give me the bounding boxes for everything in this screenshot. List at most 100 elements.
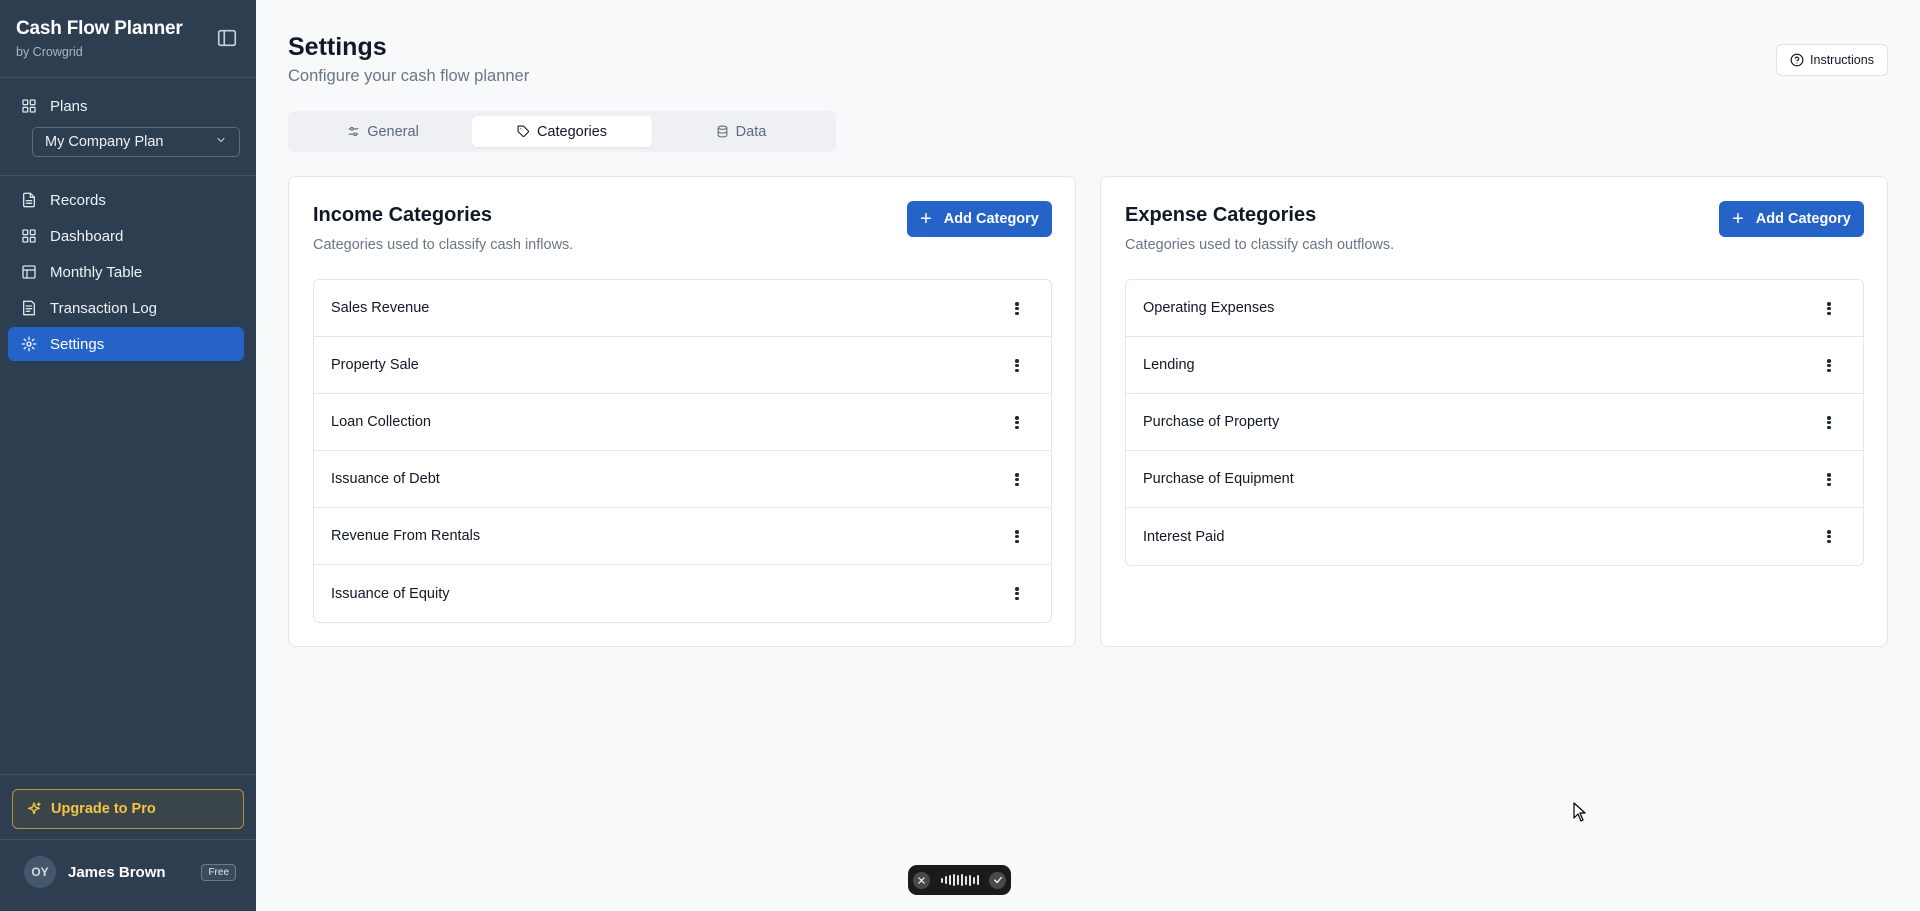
list-item: Purchase of Property: [1126, 394, 1863, 451]
tag-icon: [517, 125, 530, 138]
app-title: Cash Flow Planner: [16, 18, 183, 39]
more-vertical-icon[interactable]: [1009, 300, 1025, 317]
sidebar-item-dashboard[interactable]: Dashboard: [8, 219, 244, 253]
category-name: Lending: [1143, 357, 1195, 373]
chevron-down-icon: [215, 134, 227, 150]
app-subtitle: by Crowgrid: [16, 45, 83, 59]
tab-general[interactable]: General: [293, 116, 473, 147]
income-category-list: Sales Revenue Property Sale Loan Collect…: [313, 279, 1052, 623]
plus-icon: +: [920, 208, 932, 230]
waveform-icon: [940, 874, 979, 886]
upgrade-label: Upgrade to Pro: [51, 801, 156, 817]
category-name: Property Sale: [331, 357, 419, 373]
mouse-cursor-icon: [1573, 802, 1587, 822]
category-name: Sales Revenue: [331, 300, 430, 316]
expense-category-list: Operating Expenses Lending Purchase of P…: [1125, 279, 1864, 566]
list-item: Issuance of Debt: [314, 451, 1051, 508]
list-item: Operating Expenses: [1126, 280, 1863, 337]
list-item: Issuance of Equity: [314, 565, 1051, 622]
add-category-label: Add Category: [1755, 211, 1851, 227]
voice-recorder-widget: [908, 865, 1011, 895]
sidebar-item-plans[interactable]: Plans: [8, 89, 244, 123]
list-item: Revenue From Rentals: [314, 508, 1051, 565]
sidebar-divider: [0, 77, 256, 78]
page-title: Settings: [288, 33, 387, 61]
list-item: Lending: [1126, 337, 1863, 394]
sparkles-icon: [26, 801, 42, 817]
add-income-category-button[interactable]: + Add Category: [907, 201, 1052, 237]
tab-label: Categories: [536, 123, 608, 140]
layout-grid-icon: [21, 98, 37, 114]
sidebar: Cash Flow Planner by Crowgrid Plans My C…: [0, 0, 256, 911]
page-subtitle: Configure your cash flow planner: [288, 67, 530, 85]
sidebar-item-transaction-log[interactable]: Transaction Log: [8, 291, 244, 325]
sidebar-toggle-icon[interactable]: [216, 27, 238, 49]
more-vertical-icon[interactable]: [1821, 471, 1837, 488]
more-vertical-icon[interactable]: [1821, 414, 1837, 431]
list-item: Sales Revenue: [314, 280, 1051, 337]
income-categories-card: Income Categories Categories used to cla…: [288, 176, 1076, 647]
category-name: Issuance of Debt: [331, 471, 440, 487]
category-name: Issuance of Equity: [331, 585, 450, 602]
gear-icon: [21, 336, 37, 352]
list-item: Interest Paid: [1126, 508, 1863, 565]
sliders-icon: [347, 125, 360, 138]
user-profile[interactable]: OY James Brown Free: [24, 856, 236, 888]
sidebar-item-label: Transaction Log: [50, 299, 158, 317]
help-circle-icon: [1790, 53, 1804, 67]
expense-categories-card: Expense Categories Categories used to cl…: [1100, 176, 1888, 647]
sidebar-item-label: Settings: [50, 335, 105, 353]
sidebar-item-label: Monthly Table: [50, 263, 143, 281]
sidebar-item-label: Records: [50, 191, 106, 209]
file-text-icon: [21, 192, 37, 208]
category-name: Purchase of Property: [1143, 414, 1280, 430]
card-subtitle: Categories used to classify cash inflows…: [313, 237, 574, 253]
sidebar-item-monthly-table[interactable]: Monthly Table: [8, 255, 244, 289]
tab-label: General: [367, 123, 419, 140]
instructions-button[interactable]: Instructions: [1776, 44, 1888, 76]
sidebar-item-settings[interactable]: Settings: [8, 327, 244, 361]
list-item: Purchase of Equipment: [1126, 451, 1863, 508]
category-name: Interest Paid: [1143, 528, 1225, 545]
more-vertical-icon[interactable]: [1009, 585, 1025, 602]
sidebar-item-records[interactable]: Records: [8, 183, 244, 217]
receipt-icon: [21, 300, 37, 316]
table-icon: [21, 264, 37, 280]
card-title: Expense Categories: [1125, 204, 1317, 226]
plan-select[interactable]: My Company Plan: [32, 127, 240, 157]
list-item: Property Sale: [314, 337, 1051, 394]
add-category-label: Add Category: [943, 211, 1039, 227]
brand: Cash Flow Planner by Crowgrid: [16, 18, 183, 59]
settings-tabs: General Categories Data: [288, 111, 836, 152]
card-subtitle: Categories used to classify cash outflow…: [1125, 237, 1395, 253]
more-vertical-icon[interactable]: [1009, 471, 1025, 488]
close-icon[interactable]: [913, 871, 930, 889]
sidebar-item-label: Dashboard: [50, 227, 124, 245]
instructions-label: Instructions: [1810, 53, 1874, 67]
upgrade-button[interactable]: Upgrade to Pro: [12, 789, 244, 829]
add-expense-category-button[interactable]: + Add Category: [1719, 201, 1864, 237]
category-name: Revenue From Rentals: [331, 528, 481, 544]
more-vertical-icon[interactable]: [1821, 300, 1837, 317]
list-item: Loan Collection: [314, 394, 1051, 451]
sidebar-divider: [0, 175, 256, 176]
category-name: Purchase of Equipment: [1143, 471, 1294, 487]
tab-label: Data: [735, 123, 767, 140]
plan-badge: Free: [201, 863, 236, 881]
sidebar-divider: [0, 774, 256, 775]
category-name: Operating Expenses: [1143, 300, 1275, 316]
card-title: Income Categories: [313, 204, 492, 226]
more-vertical-icon[interactable]: [1009, 414, 1025, 431]
avatar: OY: [24, 856, 56, 888]
more-vertical-icon[interactable]: [1009, 357, 1025, 374]
sidebar-item-label: Plans: [50, 97, 88, 115]
tab-categories[interactable]: Categories: [472, 116, 652, 147]
sidebar-divider: [0, 839, 256, 840]
layout-grid-icon: [21, 228, 37, 244]
plus-icon: +: [1732, 208, 1744, 230]
more-vertical-icon[interactable]: [1009, 528, 1025, 545]
check-icon[interactable]: [989, 871, 1006, 889]
more-vertical-icon[interactable]: [1821, 528, 1837, 545]
more-vertical-icon[interactable]: [1821, 357, 1837, 374]
tab-data[interactable]: Data: [651, 116, 831, 147]
